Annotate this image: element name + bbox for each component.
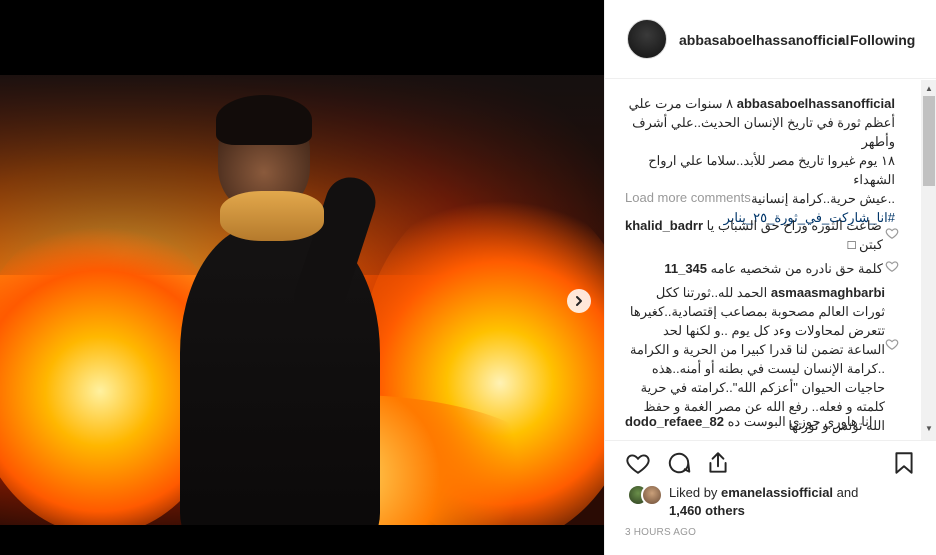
bookmark-icon[interactable] — [891, 450, 917, 476]
liked-by-text: Liked by emanelassiofficial and 1,460 ot… — [669, 484, 858, 520]
caption-username[interactable]: abbasaboelhassanofficial — [737, 96, 895, 111]
comment-like-heart-icon[interactable] — [885, 259, 899, 273]
comment-text: ضاعت الثوره وراح حق الشباب يا — [706, 218, 882, 233]
next-image-button[interactable] — [567, 289, 591, 313]
post-header: abbasaboelhassanofficial • Following — [605, 0, 936, 79]
comment-like-heart-icon[interactable] — [885, 226, 899, 240]
chevron-right-icon — [576, 296, 582, 306]
liked-by-user[interactable]: emanelassiofficial — [721, 485, 833, 500]
scroll-up-arrow-icon[interactable]: ▲ — [925, 84, 933, 93]
comment-item: khalid_badrr ضاعت الثوره وراح حق الشباب … — [625, 216, 883, 254]
comment-username[interactable]: 345_11 — [664, 261, 707, 276]
header-separator: • — [838, 32, 843, 48]
comments-list: abbasaboelhassanofficial ٨ سنوات مرت علي… — [605, 80, 936, 440]
post-actions-bar — [605, 440, 936, 484]
comment-item: dodo_refaee_82 انا هاوري جوزي البوست ده — [625, 412, 883, 431]
comment-item: كلمة حق نادره من شخصيه عامه 345_11 — [625, 259, 883, 278]
comment-text: كلمة حق نادره من شخصيه عامه — [710, 261, 883, 276]
liked-by-others[interactable]: 1,460 others — [669, 503, 745, 518]
post-timestamp[interactable]: 3 HOURS AGO — [625, 527, 696, 538]
post-sidebar: abbasaboelhassanofficial • Following abb… — [604, 0, 936, 555]
comment-text: انا هاوري جوزي البوست ده — [727, 414, 873, 429]
heart-icon[interactable] — [625, 450, 651, 476]
scroll-down-arrow-icon[interactable]: ▼ — [925, 424, 933, 433]
comment-username[interactable]: khalid_badrr — [625, 218, 703, 233]
following-button[interactable]: Following — [850, 32, 920, 48]
comment-username[interactable]: asmaasmaghbarbi — [771, 285, 885, 300]
photo-person — [180, 95, 382, 525]
post-caption: abbasaboelhassanofficial ٨ سنوات مرت علي… — [625, 94, 895, 227]
comment-like-heart-icon[interactable] — [885, 337, 899, 351]
comment-username[interactable]: dodo_refaee_82 — [625, 414, 724, 429]
comment-icon[interactable] — [666, 450, 692, 476]
caption-line-1: ٨ سنوات مرت علي — [628, 96, 734, 111]
caption-line-2: أعظم ثورة في تاريخ الإنسان الحديث..علي أ… — [632, 115, 895, 149]
post-media-panel — [0, 0, 604, 555]
liked-by-prefix: Liked by — [669, 485, 718, 500]
liked-by-and: and — [836, 485, 859, 500]
header-username[interactable]: abbasaboelhassanofficial — [679, 32, 849, 48]
share-icon[interactable] — [705, 450, 731, 476]
caption-line-3: ١٨ يوم غيروا تاريخ مصر للأبد..سلاما علي … — [648, 153, 895, 187]
likes-summary: Liked by emanelassiofficial and 1,460 ot… — [605, 480, 936, 520]
comments-scrollbar[interactable]: ▲ ▼ — [921, 80, 936, 440]
liker-avatar[interactable] — [641, 484, 663, 506]
comment-text: الحمد لله..ثورتنا ككل ثورات العالم مصحوب… — [629, 285, 885, 433]
avatar[interactable] — [627, 19, 667, 59]
post-photo[interactable] — [0, 75, 604, 525]
load-more-comments[interactable]: Load more comments — [625, 190, 751, 205]
comment-text-line2: كبتن □ — [847, 237, 883, 252]
scrollbar-thumb[interactable] — [923, 96, 935, 186]
